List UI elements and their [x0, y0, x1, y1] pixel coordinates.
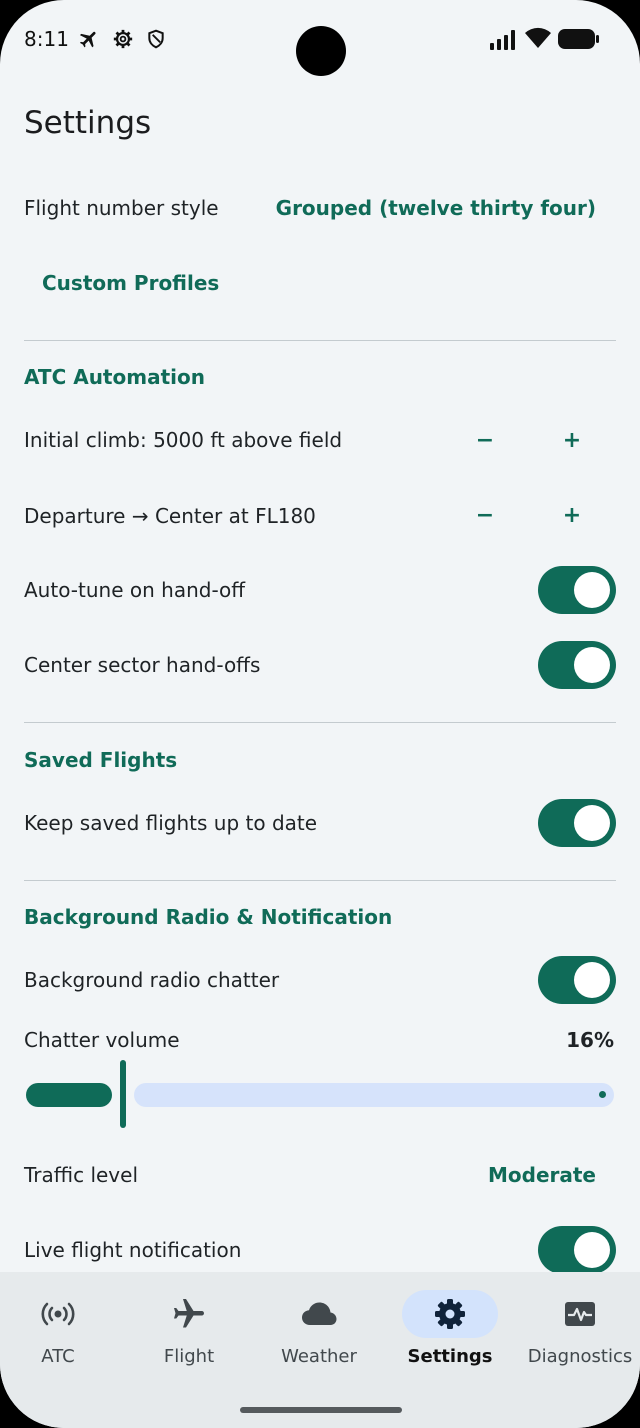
- auto-tune-toggle[interactable]: [538, 566, 616, 614]
- nav-label-settings: Settings: [407, 1346, 493, 1367]
- slider-inactive-track: [134, 1083, 614, 1107]
- flight-number-style-label: Flight number style: [24, 196, 219, 220]
- bottom-navigation: ATC Flight Weather Settings Diagnostics: [0, 1272, 640, 1428]
- traffic-level-value[interactable]: Moderate: [488, 1163, 596, 1187]
- background-chatter-label: Background radio chatter: [24, 968, 280, 992]
- nav-item-settings[interactable]: Settings: [386, 1272, 514, 1392]
- cloud-icon: [302, 1302, 337, 1325]
- live-notification-toggle[interactable]: [538, 1226, 616, 1274]
- toggle-thumb: [574, 572, 610, 608]
- center-handoffs-label: Center sector hand-offs: [24, 653, 261, 677]
- nav-item-flight[interactable]: Flight: [125, 1272, 253, 1392]
- chatter-volume-slider[interactable]: [26, 1060, 614, 1128]
- home-indicator[interactable]: [240, 1407, 402, 1413]
- signal-icon: [490, 30, 515, 50]
- radio-waves-icon: [41, 1302, 75, 1326]
- toggle-thumb: [574, 805, 610, 841]
- airplane-icon: [174, 1299, 204, 1328]
- chatter-volume-label: Chatter volume: [24, 1028, 180, 1052]
- nav-label-atc: ATC: [41, 1346, 75, 1367]
- slider-active-track: [26, 1083, 112, 1107]
- center-handoffs-toggle[interactable]: [538, 641, 616, 689]
- front-camera: [296, 26, 346, 76]
- wifi-icon: [525, 27, 551, 48]
- divider: [24, 340, 616, 341]
- nav-item-diagnostics[interactable]: Diagnostics: [516, 1272, 640, 1392]
- departure-label: Departure → Center at FL180: [24, 504, 316, 528]
- battery-icon: [558, 29, 599, 49]
- keep-saved-flights-toggle[interactable]: [538, 799, 616, 847]
- nav-item-atc[interactable]: ATC: [0, 1272, 122, 1392]
- live-notification-label: Live flight notification: [24, 1238, 242, 1262]
- nav-label-weather: Weather: [281, 1346, 357, 1367]
- gear-icon: [435, 1299, 465, 1329]
- nav-item-weather[interactable]: Weather: [255, 1272, 383, 1392]
- section-header-background-radio: Background Radio & Notification: [24, 905, 393, 929]
- initial-climb-increase-button[interactable]: +: [552, 420, 592, 460]
- initial-climb-label: Initial climb: 5000 ft above field: [24, 428, 343, 452]
- status-time: 8:11: [24, 27, 69, 51]
- toggle-thumb: [574, 962, 610, 998]
- gear-icon: [113, 29, 133, 49]
- nav-label-diagnostics: Diagnostics: [527, 1346, 633, 1367]
- initial-climb-decrease-button[interactable]: −: [465, 420, 505, 460]
- auto-tune-label: Auto-tune on hand-off: [24, 578, 246, 602]
- toggle-thumb: [574, 1232, 610, 1268]
- divider: [24, 880, 616, 881]
- departure-decrease-button[interactable]: −: [465, 495, 505, 535]
- monitor-heart-icon: [565, 1302, 595, 1326]
- slider-thumb[interactable]: [120, 1060, 126, 1128]
- section-header-saved-flights: Saved Flights: [24, 748, 178, 772]
- page-title: Settings: [24, 105, 152, 141]
- chatter-volume-value: 16%: [566, 1028, 614, 1052]
- custom-profiles-button[interactable]: Custom Profiles: [42, 271, 219, 295]
- shield-icon: [148, 29, 164, 49]
- toggle-thumb: [574, 647, 610, 683]
- background-chatter-toggle[interactable]: [538, 956, 616, 1004]
- nav-label-flight: Flight: [163, 1346, 215, 1367]
- section-header-atc-automation: ATC Automation: [24, 365, 205, 389]
- slider-stop-indicator: [599, 1091, 606, 1098]
- airplane-icon: [79, 31, 96, 48]
- traffic-level-label: Traffic level: [24, 1163, 139, 1187]
- flight-number-style-value[interactable]: Grouped (twelve thirty four): [276, 196, 596, 220]
- divider: [24, 722, 616, 723]
- departure-increase-button[interactable]: +: [552, 495, 592, 535]
- keep-saved-flights-label: Keep saved flights up to date: [24, 811, 318, 835]
- phone-screen: 8:11 Settings Flight number style Groupe…: [0, 0, 640, 1428]
